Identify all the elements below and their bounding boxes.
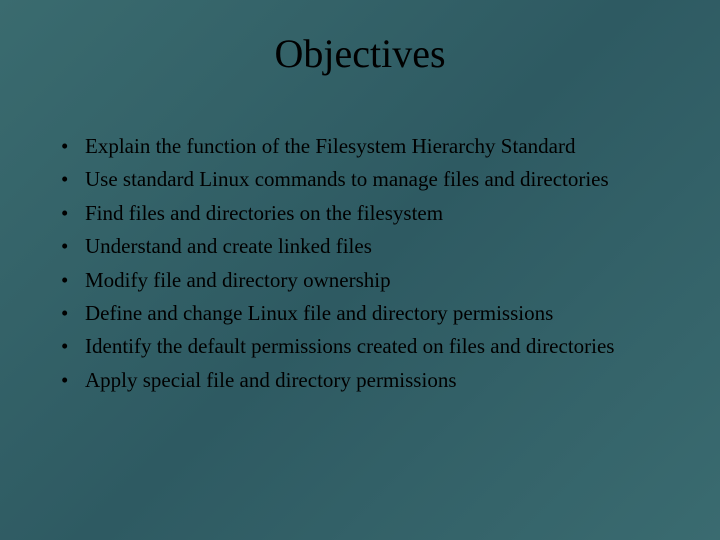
list-item: Apply special file and directory permiss… [55,366,665,395]
list-item: Define and change Linux file and directo… [55,299,665,328]
list-item: Explain the function of the Filesystem H… [55,132,665,161]
list-item: Identify the default permissions created… [55,332,665,361]
bullet-list: Explain the function of the Filesystem H… [45,132,675,395]
list-item: Use standard Linux commands to manage fi… [55,165,665,194]
slide-title: Objectives [45,30,675,77]
list-item: Find files and directories on the filesy… [55,199,665,228]
slide-container: Objectives Explain the function of the F… [0,0,720,540]
list-item: Understand and create linked files [55,232,665,261]
list-item: Modify file and directory ownership [55,266,665,295]
